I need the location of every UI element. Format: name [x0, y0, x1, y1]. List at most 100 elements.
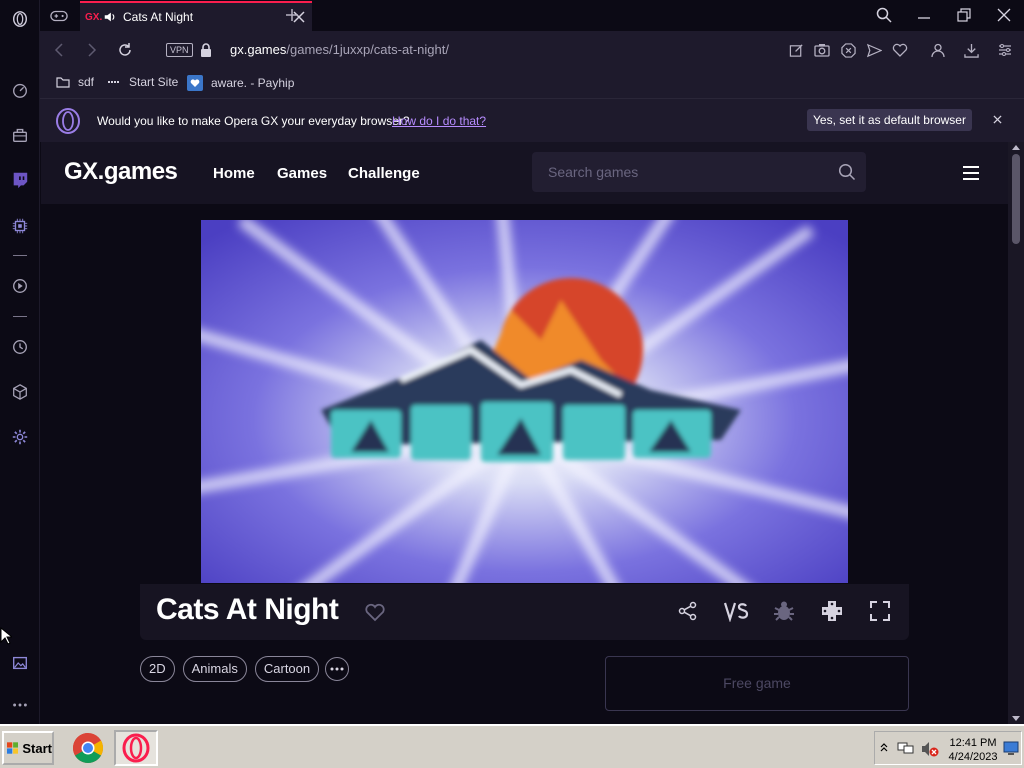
tag-animals[interactable]: Animals [182, 656, 247, 682]
versus-icon[interactable] [723, 598, 749, 624]
gx-favicon: GX. [85, 11, 103, 23]
new-tab-icon[interactable] [281, 4, 303, 26]
network-icon[interactable] [897, 740, 915, 756]
controller-icon[interactable] [819, 598, 845, 624]
tag-cartoon[interactable]: Cartoon [254, 656, 320, 682]
bookmark-label: aware. - Payhip [211, 76, 295, 90]
speaker-icon[interactable] [103, 10, 117, 24]
scroll-up-icon[interactable] [1012, 145, 1020, 150]
easy-setup-icon[interactable] [995, 40, 1015, 60]
hardware-limiter-icon[interactable] [9, 215, 31, 237]
tab-cats-at-night[interactable]: GX. Cats At Night [80, 1, 312, 31]
game-title: Cats At Night [156, 593, 339, 626]
bookmark-start-site[interactable]: Start Site [107, 75, 178, 89]
lock-icon[interactable] [199, 42, 213, 58]
history-icon[interactable] [9, 336, 31, 358]
nav-games[interactable]: Games [277, 165, 327, 182]
how-do-i-link[interactable]: How do I do that? [392, 114, 486, 128]
gamepad-icon[interactable] [48, 5, 70, 27]
scroll-thumb[interactable] [1012, 154, 1020, 244]
back-icon[interactable] [48, 39, 70, 61]
close-window-icon[interactable] [991, 3, 1017, 27]
favorite-heart-icon[interactable] [364, 602, 386, 622]
more-tags-icon[interactable] [325, 657, 350, 681]
game-canvas[interactable] [201, 220, 848, 583]
clock-time: 12:41 PM [949, 737, 997, 749]
dash-icon [108, 81, 120, 83]
bookmark-heart-icon[interactable] [890, 40, 910, 60]
extensions-icon[interactable] [9, 381, 31, 403]
site-logo[interactable]: GX.games [64, 158, 178, 186]
minimize-icon[interactable] [911, 3, 937, 27]
heart-badge-icon [187, 75, 203, 91]
send-icon[interactable] [864, 40, 884, 60]
download-icon[interactable] [961, 40, 981, 60]
bookmark-aware-payhip[interactable]: aware. - Payhip [187, 75, 294, 91]
clock[interactable]: 12:41 PM 4/24/2023 [947, 736, 999, 764]
bookmarks-bar: sdf Start Site aware. - Payhip [40, 69, 1024, 98]
edit-icon[interactable] [786, 40, 806, 60]
taskbar: Start 12:41 PM 4/24/2023 [0, 724, 1024, 768]
fullscreen-icon[interactable] [867, 598, 893, 624]
prompt-message: Would you like to make Opera GX your eve… [97, 114, 410, 128]
reload-icon[interactable] [114, 39, 136, 61]
site-header: GX.games Home Games Challenge [41, 142, 1008, 204]
tab-title: Cats At Night [123, 10, 194, 24]
opera-gx-logo-icon [56, 108, 80, 134]
opera-menu-icon[interactable] [9, 8, 31, 30]
bug-report-icon[interactable] [771, 598, 797, 624]
scroll-down-icon[interactable] [1012, 716, 1020, 721]
search-input[interactable] [532, 152, 832, 192]
game-tags: 2D Animals Cartoon [140, 656, 350, 682]
action-center-icon[interactable] [1003, 740, 1019, 756]
chrome-taskbar-icon[interactable] [66, 730, 110, 766]
search-icon[interactable] [838, 163, 856, 181]
settings-icon[interactable] [9, 426, 31, 448]
folder-icon [56, 77, 70, 88]
mouse-cursor-icon [0, 627, 12, 645]
snapshot-icon[interactable] [812, 40, 832, 60]
page-scrollbar[interactable] [1008, 142, 1024, 724]
bookmark-sdf[interactable]: sdf [56, 75, 94, 89]
gx-corner-icon[interactable] [9, 124, 31, 146]
url-field[interactable]: gx.games/games/1juxxp/cats-at-night/ [230, 42, 449, 57]
volume-muted-icon[interactable] [921, 740, 939, 758]
tray-expand-icon[interactable] [880, 742, 888, 752]
restore-icon[interactable] [951, 3, 977, 27]
player-icon[interactable] [9, 275, 31, 297]
nav-challenge[interactable]: Challenge [348, 165, 420, 182]
game-title-splash [201, 220, 848, 583]
tag-2d[interactable]: 2D [140, 656, 175, 682]
account-icon[interactable] [928, 40, 948, 60]
dismiss-prompt-icon[interactable] [990, 112, 1004, 126]
system-tray: 12:41 PM 4/24/2023 [874, 731, 1022, 765]
game-info-bar: Cats At Night [140, 584, 909, 640]
url-path: /games/1juxxp/cats-at-night/ [286, 42, 449, 57]
game-search [532, 152, 866, 192]
adblock-icon[interactable] [838, 40, 858, 60]
more-icon[interactable] [9, 694, 31, 716]
free-game-button[interactable]: Free game [605, 656, 909, 711]
vpn-badge[interactable]: VPN [166, 43, 193, 57]
page-viewport: GX.games Home Games Challenge Search gam… [41, 142, 1008, 724]
menu-icon[interactable] [961, 164, 981, 182]
start-button[interactable]: Start [2, 731, 54, 765]
windows-flag-icon [7, 742, 19, 754]
set-default-button[interactable]: Yes, set it as default browser [807, 109, 972, 131]
bookmark-label: Start Site [129, 75, 179, 89]
default-browser-prompt: Would you like to make Opera GX your eve… [40, 98, 1024, 142]
opera-gx-taskbar-icon[interactable] [114, 730, 158, 766]
twitch-icon[interactable] [9, 169, 31, 191]
nav-home[interactable]: Home [213, 165, 255, 182]
opera-sidebar [0, 0, 40, 724]
tab-search-icon[interactable] [871, 3, 897, 27]
bookmark-label: sdf [78, 75, 95, 89]
address-bar: VPN gx.games/games/1juxxp/cats-at-night/ [40, 31, 1024, 69]
share-icon[interactable] [675, 598, 701, 624]
url-host: gx.games [230, 42, 287, 57]
forward-icon[interactable] [81, 39, 103, 61]
start-label: Start [22, 740, 52, 756]
gx-control-icon[interactable] [9, 79, 31, 101]
tab-strip: GX. Cats At Night [40, 0, 1024, 31]
wallpaper-icon[interactable] [9, 652, 31, 674]
